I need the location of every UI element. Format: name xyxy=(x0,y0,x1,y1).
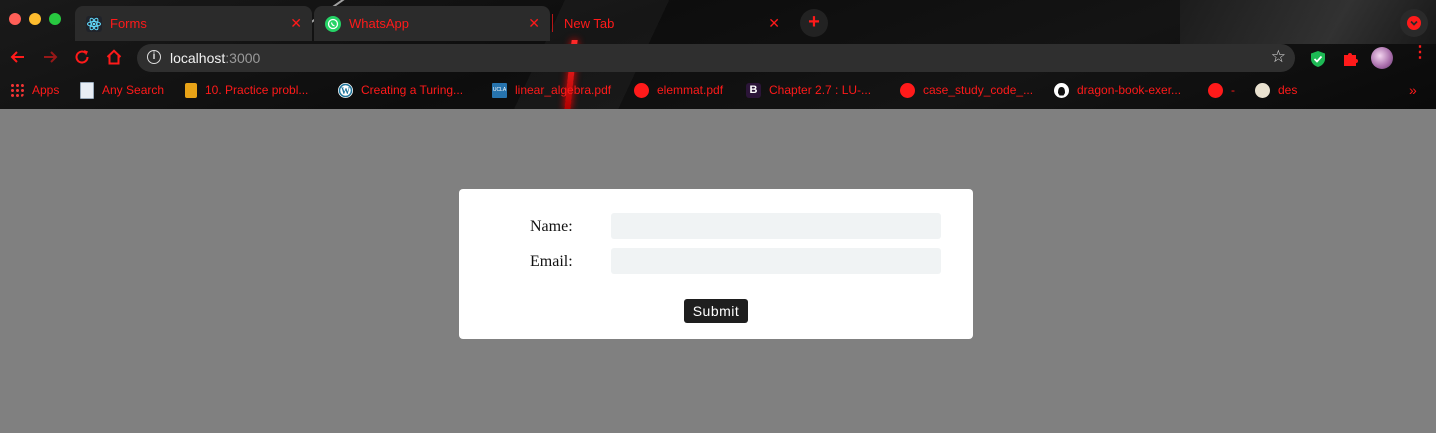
minimize-window-button[interactable] xyxy=(29,13,41,25)
bookmark-label: des xyxy=(1278,83,1298,97)
ucla-icon: UCLA xyxy=(492,82,507,98)
back-icon[interactable] xyxy=(9,48,27,70)
tab-new-tab[interactable]: New Tab ✕ xyxy=(553,6,790,41)
avatar[interactable] xyxy=(1371,47,1393,69)
close-window-button[interactable] xyxy=(9,13,21,25)
menu-icon[interactable]: ⋮ xyxy=(1412,45,1428,61)
chevron-down-icon xyxy=(1407,16,1421,30)
bookmark-dash[interactable]: - xyxy=(1208,81,1235,99)
browser-chrome: Forms ✕ WhatsApp ✕ New Tab ✕ + i localho… xyxy=(0,0,1436,109)
bookmark-label: - xyxy=(1231,83,1235,97)
bookmark-apps[interactable]: Apps xyxy=(10,81,59,99)
submit-button[interactable]: Submit xyxy=(684,299,748,323)
tab-forms[interactable]: Forms ✕ xyxy=(75,6,312,41)
url-port: :3000 xyxy=(225,50,261,66)
address-bar[interactable]: i localhost:3000 ☆ xyxy=(137,44,1295,72)
site-icon xyxy=(185,82,197,98)
tab-search-button[interactable] xyxy=(1400,9,1428,37)
contact-form: Name: Email: Submit xyxy=(459,189,973,339)
new-tab-button[interactable]: + xyxy=(800,9,828,37)
tab-whatsapp[interactable]: WhatsApp ✕ xyxy=(314,6,550,41)
wordpress-icon: W xyxy=(338,82,353,98)
whatsapp-icon xyxy=(325,15,341,32)
shield-extension-icon[interactable] xyxy=(1310,50,1326,73)
bookmark-label: dragon-book-exer... xyxy=(1077,83,1182,97)
bookmark-chapter-lu[interactable]: B Chapter 2.7 : LU-... xyxy=(746,81,871,99)
bookmark-label: 10. Practice probl... xyxy=(205,83,309,97)
bookmark-case-study[interactable]: case_study_code_... xyxy=(900,81,1033,99)
name-label: Name: xyxy=(530,218,573,235)
tab-title: Forms xyxy=(110,16,147,31)
svg-text:W: W xyxy=(341,86,350,96)
bookmark-star-icon[interactable]: ☆ xyxy=(1271,47,1286,67)
close-tab-icon[interactable]: ✕ xyxy=(290,15,302,32)
bookmark-practice-problems[interactable]: 10. Practice probl... xyxy=(185,81,308,99)
info-icon[interactable]: i xyxy=(147,50,161,64)
bookmark-label: Any Search xyxy=(102,83,165,97)
puzzle-extension-icon[interactable] xyxy=(1342,50,1359,72)
bookmark-turing[interactable]: W Creating a Turing... xyxy=(338,81,463,99)
bookmarks-overflow-button[interactable]: » xyxy=(1409,81,1417,99)
close-tab-icon[interactable]: ✕ xyxy=(528,15,540,32)
url-host: localhost xyxy=(170,50,226,66)
bootstrap-icon: B xyxy=(746,82,761,98)
bookmark-linear-algebra[interactable]: UCLA linear_algebra.pdf xyxy=(492,81,611,99)
bookmark-label: Chapter 2.7 : LU-... xyxy=(769,83,872,97)
close-tab-icon[interactable]: ✕ xyxy=(768,15,780,32)
email-label: Email: xyxy=(530,253,573,270)
document-icon xyxy=(80,81,94,99)
bookmark-any-search[interactable]: Any Search xyxy=(80,81,164,99)
viking-icon xyxy=(1255,82,1270,98)
bookmark-dragon-book[interactable]: dragon-book-exer... xyxy=(1054,81,1181,99)
bookmark-elemmat[interactable]: elemmat.pdf xyxy=(634,81,723,99)
bookmark-label: case_study_code_... xyxy=(923,83,1034,97)
globe-icon xyxy=(1208,82,1223,98)
forward-icon[interactable] xyxy=(41,48,59,70)
name-input[interactable] xyxy=(611,213,941,239)
bookmark-label: Creating a Turing... xyxy=(361,83,464,97)
react-icon xyxy=(86,15,102,32)
home-icon[interactable] xyxy=(105,48,123,70)
tab-title: New Tab xyxy=(564,16,615,31)
theme-decoration xyxy=(1180,0,1436,44)
maximize-window-button[interactable] xyxy=(49,13,61,25)
bookmark-des[interactable]: des xyxy=(1255,81,1297,99)
email-input[interactable] xyxy=(611,248,941,274)
globe-icon xyxy=(634,82,649,98)
github-icon xyxy=(1054,82,1069,98)
reload-icon[interactable] xyxy=(73,48,91,70)
apps-grid-icon xyxy=(10,83,24,97)
bookmark-label: elemmat.pdf xyxy=(657,83,724,97)
bookmark-label: linear_algebra.pdf xyxy=(515,83,612,97)
url-text: localhost:3000 xyxy=(170,50,260,66)
tab-title: WhatsApp xyxy=(349,16,409,31)
bookmark-label: Apps xyxy=(32,83,60,97)
globe-icon xyxy=(900,82,915,98)
